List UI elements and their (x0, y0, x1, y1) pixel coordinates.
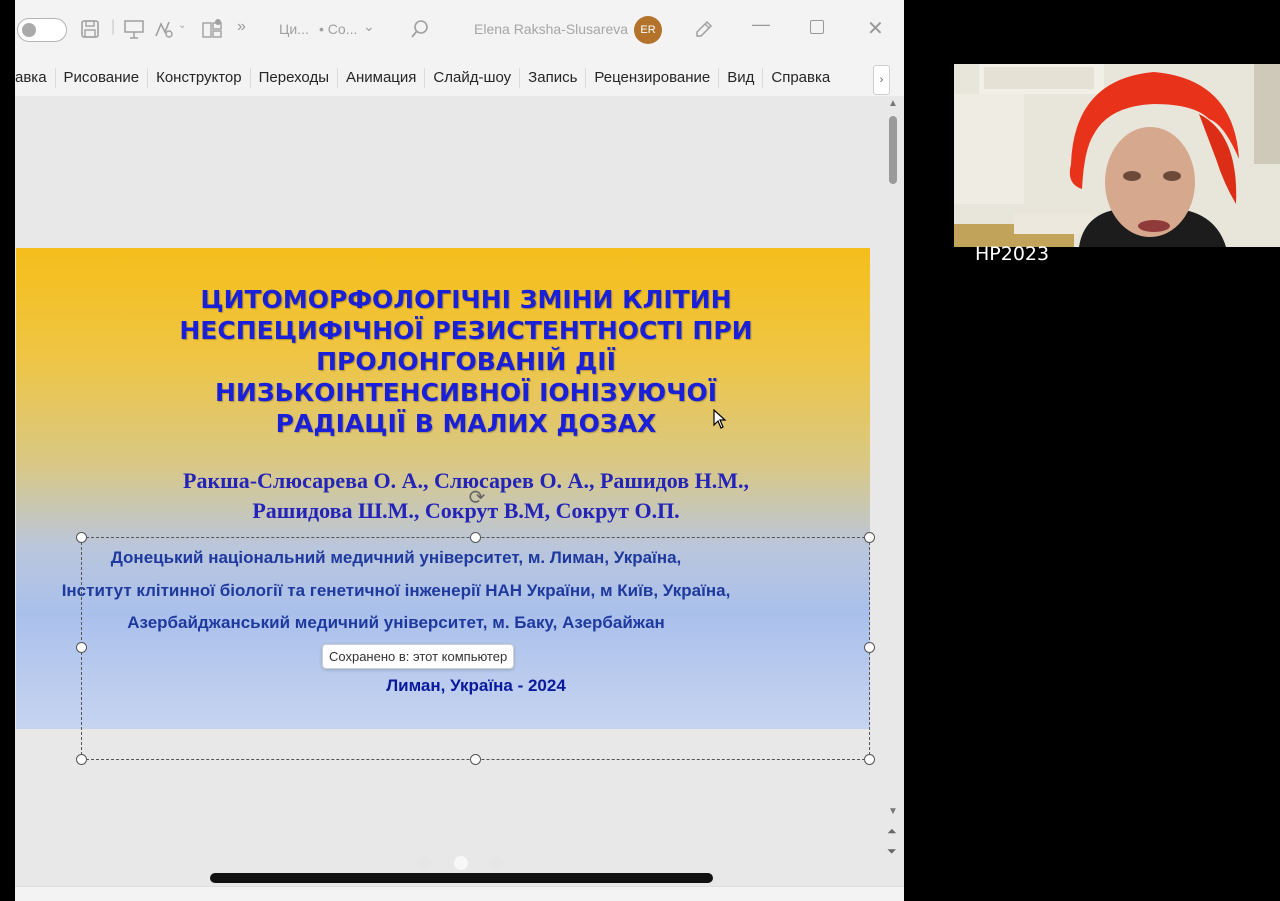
scroll-down-icon[interactable]: ▼ (888, 806, 898, 817)
resize-handle[interactable] (864, 642, 875, 653)
resize-handle[interactable] (470, 532, 481, 543)
tab-animations[interactable]: Анимация (338, 68, 426, 88)
vertical-scrollbar[interactable]: ▲ ▼ ⏶ ⏷ (884, 96, 904, 886)
tab-record[interactable]: Запись (520, 68, 587, 88)
mouse-cursor-icon (713, 408, 727, 434)
slide-title-line[interactable]: ПРОЛОНГОВАНІЙ ДІЇ (116, 346, 816, 377)
file-name[interactable]: Ци... (279, 21, 309, 37)
tab-help[interactable]: Справка (763, 68, 838, 88)
video-frame (954, 64, 1280, 247)
resize-handle[interactable] (864, 532, 875, 543)
page-dot[interactable] (418, 856, 432, 870)
title-bar: | ⌄ » Ци... • Со... ⌄ Elena Raksha-Slusa… (15, 0, 904, 60)
ribbon-tabs: авка Рисование Конструктор Переходы Аним… (15, 60, 838, 96)
chevron-down-icon[interactable]: ⌄ (178, 20, 200, 42)
home-indicator[interactable] (210, 873, 713, 883)
minimize-icon[interactable]: — (752, 14, 770, 35)
layout-icon[interactable] (201, 18, 223, 40)
tab-draw[interactable]: Рисование (56, 68, 149, 88)
slide-title-line[interactable]: НЕСПЕЦИФІЧНОЇ РЕЗИСТЕНТНОСТІ ПРИ (116, 315, 816, 346)
rotate-handle-icon[interactable]: ⟳ (465, 486, 489, 510)
chevron-down-icon[interactable]: ⌄ (363, 18, 375, 35)
tab-transitions[interactable]: Переходы (251, 68, 338, 88)
participant-video[interactable] (954, 64, 1280, 247)
slide-title-line[interactable]: ЦИТОМОРФОЛОГІЧНІ ЗМІНИ КЛІТИН (116, 284, 816, 315)
tab-design[interactable]: Конструктор (148, 68, 251, 88)
save-icon[interactable] (79, 18, 101, 40)
resize-handle[interactable] (76, 532, 87, 543)
slide-canvas[interactable]: ЦИТОМОРФОЛОГІЧНІ ЗМІНИ КЛІТИН НЕСПЕЦИФІЧ… (15, 96, 904, 886)
search-icon[interactable] (409, 18, 431, 40)
autosave-toggle[interactable] (17, 18, 67, 42)
toggle-knob (22, 23, 36, 37)
maximize-icon[interactable] (810, 20, 824, 34)
present-icon[interactable] (123, 18, 145, 40)
draw-icon[interactable] (153, 18, 175, 40)
participant-name: HP2023 (975, 243, 1050, 265)
tab-view[interactable]: Вид (719, 68, 764, 88)
scroll-up-icon[interactable]: ▲ (888, 98, 898, 109)
left-black-bar (0, 0, 15, 901)
ribbon-scroll-right-button[interactable]: › (873, 65, 890, 95)
user-name[interactable]: Elena Raksha-Slusareva (474, 21, 628, 37)
screen: | ⌄ » Ци... • Со... ⌄ Elena Raksha-Slusa… (0, 0, 1280, 901)
tab-slideshow[interactable]: Слайд-шоу (425, 68, 521, 88)
resize-handle[interactable] (470, 754, 481, 765)
status-bar (15, 886, 904, 901)
saved-tooltip: Сохранено в: этот компьютер (322, 644, 515, 669)
previous-slide-icon[interactable]: ⏶ (887, 824, 897, 839)
slide-title-line[interactable]: НИЗЬКОІНТЕНСИВНОЇ ІОНІЗУЮЧОЇ (116, 377, 816, 408)
tab-review[interactable]: Рецензирование (586, 68, 720, 88)
page-dot[interactable] (490, 856, 504, 870)
slide-title-line[interactable]: РАДІАЦІЇ В МАЛИХ ДОЗАХ (116, 408, 816, 439)
powerpoint-window: | ⌄ » Ци... • Со... ⌄ Elena Raksha-Slusa… (15, 0, 904, 901)
slide-authors-line[interactable]: Ракша-Слюсарева О. А., Слюсарев О. А., Р… (76, 468, 856, 494)
page-dot-active[interactable] (454, 856, 468, 870)
save-status[interactable]: • Со... (319, 21, 357, 37)
more-icon[interactable]: » (237, 18, 246, 36)
tab-insert[interactable]: авка (15, 68, 56, 88)
resize-handle[interactable] (76, 642, 87, 653)
pen-icon[interactable] (693, 18, 715, 40)
resize-handle[interactable] (76, 754, 87, 765)
next-slide-icon[interactable]: ⏷ (887, 844, 897, 859)
avatar[interactable]: ER (634, 16, 662, 44)
close-icon[interactable]: ✕ (867, 16, 884, 41)
ribbon: авка Рисование Конструктор Переходы Аним… (15, 60, 904, 96)
resize-handle[interactable] (864, 754, 875, 765)
scrollbar-thumb[interactable] (889, 116, 897, 184)
